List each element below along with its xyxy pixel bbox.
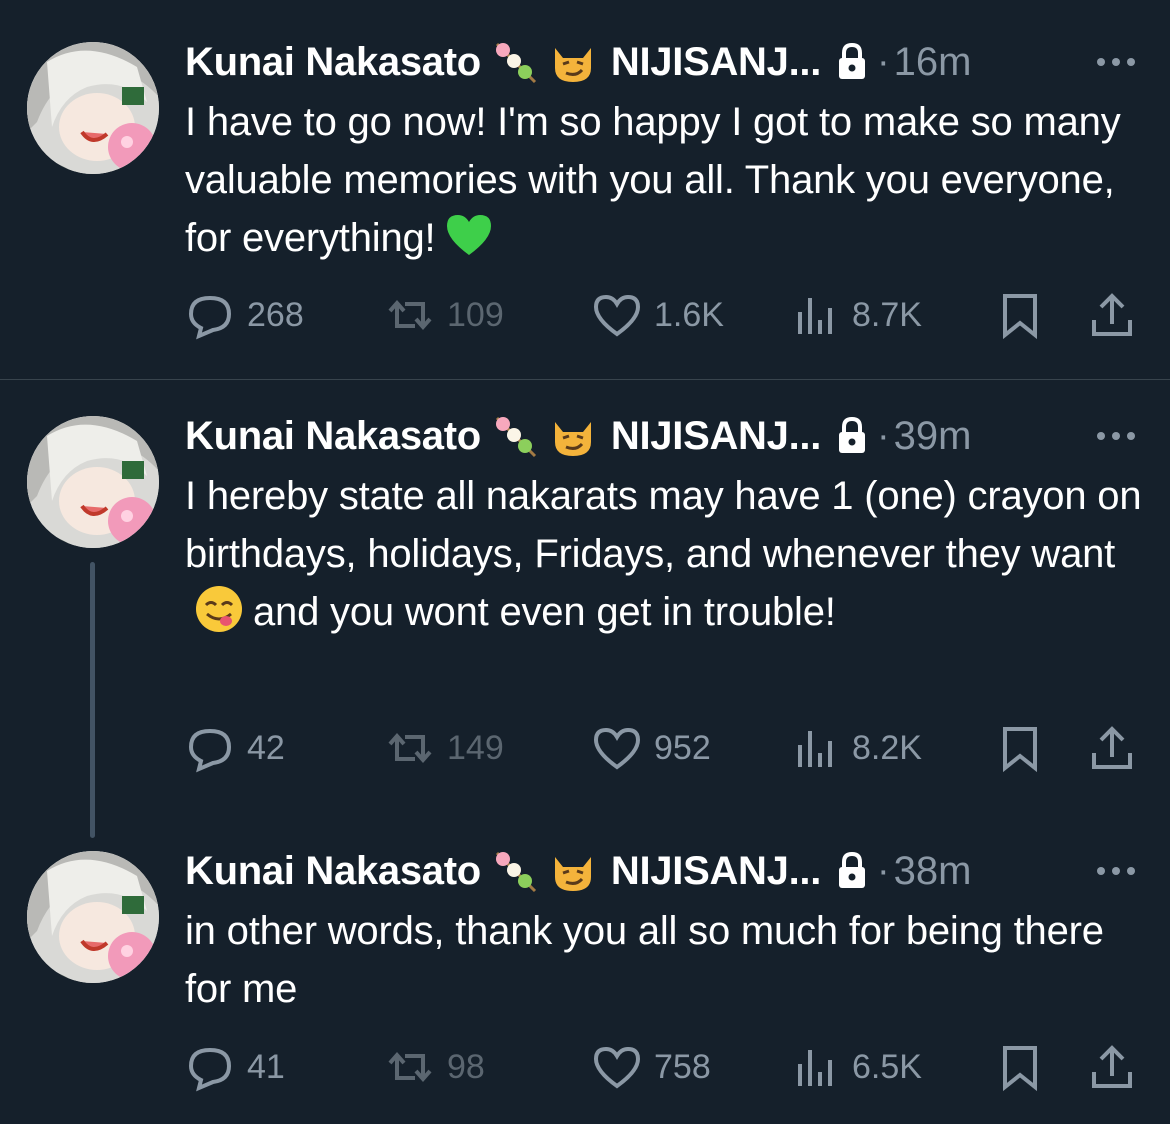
tweet-header: Kunai Nakasato NIJISANJ... · 39m: [185, 411, 971, 461]
views-icon: [798, 298, 832, 334]
lock-icon: [835, 42, 869, 82]
view-count: 8.7K: [852, 295, 922, 334]
more-options-icon[interactable]: [1094, 426, 1138, 446]
retweet-icon: [388, 1051, 432, 1083]
bookmark-icon: [1003, 727, 1037, 773]
tweet-text: I have to go now! I'm so happy I got to …: [185, 93, 1145, 267]
tweet-card[interactable]: Kunai Nakasato NIJISANJ... · 38m in othe…: [0, 815, 1170, 1124]
like-count: 952: [654, 728, 711, 767]
heart-icon: [593, 294, 641, 337]
timestamp[interactable]: 38m: [894, 849, 972, 894]
dango-emoji: [491, 38, 539, 86]
share-icon: [1092, 293, 1132, 336]
reply-count: 268: [247, 295, 304, 334]
more-options-icon[interactable]: [1094, 52, 1138, 72]
like-count: 1.6K: [654, 295, 724, 334]
tweet-text: in other words, thank you all so much fo…: [185, 902, 1145, 1018]
retweet-count: 109: [447, 295, 504, 334]
retweet-count: 98: [447, 1047, 485, 1086]
tweet-text-part: I have to go now! I'm so happy I got to …: [185, 100, 1121, 260]
author-name[interactable]: Kunai Nakasato: [185, 849, 481, 894]
affiliation-label: NIJISANJ...: [610, 848, 822, 893]
retweet-button[interactable]: 149: [385, 723, 504, 773]
avatar[interactable]: [27, 851, 159, 983]
tweet-card[interactable]: Kunai Nakasato NIJISANJ... · 39m I hereb…: [0, 380, 1170, 800]
reply-button[interactable]: 42: [185, 723, 285, 773]
dango-emoji: [491, 412, 539, 460]
bookmark-icon: [1003, 1046, 1037, 1092]
tweet-card[interactable]: Kunai Nakasato NIJISANJ... · 16m I have …: [0, 0, 1170, 379]
bookmark-icon: [1003, 294, 1037, 340]
share-icon: [1092, 726, 1132, 769]
like-button[interactable]: 1.6K: [592, 290, 724, 340]
separator-dot: ·: [877, 40, 890, 83]
timestamp[interactable]: 16m: [894, 40, 972, 85]
reply-icon: [188, 295, 232, 340]
tweet-actions: 268 109 1.6K 8.7K: [185, 290, 1145, 340]
timestamp[interactable]: 39m: [894, 414, 972, 459]
like-button[interactable]: 952: [592, 723, 711, 773]
bookmark-button[interactable]: [995, 290, 1045, 340]
dango-emoji: [491, 847, 539, 895]
reply-button[interactable]: 41: [185, 1042, 285, 1092]
reply-icon: [188, 728, 232, 773]
views-button[interactable]: 8.2K: [790, 723, 922, 773]
separator-dot: ·: [877, 849, 890, 892]
separator-dot: ·: [877, 414, 890, 457]
bookmark-button[interactable]: [995, 1042, 1045, 1092]
author-name[interactable]: Kunai Nakasato: [185, 40, 481, 85]
share-button[interactable]: [1087, 290, 1137, 340]
heart-icon: [593, 727, 641, 770]
tweet-text-part: in other words, thank you all so much fo…: [185, 909, 1104, 1011]
reply-icon: [188, 1047, 232, 1092]
tweet-text-part: I hereby state all nakarats may have 1 (…: [185, 474, 1142, 576]
avatar[interactable]: [27, 42, 159, 174]
views-button[interactable]: 6.5K: [790, 1042, 922, 1092]
smirking-cat-emoji: [549, 412, 597, 460]
views-button[interactable]: 8.7K: [790, 290, 922, 340]
lock-icon: [835, 851, 869, 891]
green-heart-emoji: [443, 209, 495, 261]
share-button[interactable]: [1087, 723, 1137, 773]
author-name[interactable]: Kunai Nakasato: [185, 414, 481, 459]
tweet-timeline: Kunai Nakasato NIJISANJ... · 16m I have …: [0, 0, 1170, 1124]
views-icon: [798, 731, 832, 767]
tweet-header: Kunai Nakasato NIJISANJ... · 16m: [185, 37, 971, 87]
yummy-face-emoji: [193, 583, 245, 635]
tweet-text: I hereby state all nakarats may have 1 (…: [185, 467, 1145, 641]
smirking-cat-emoji: [549, 38, 597, 86]
bookmark-button[interactable]: [995, 723, 1045, 773]
tweet-actions: 41 98 758 6.5K: [185, 1042, 1145, 1092]
retweet-button[interactable]: 109: [385, 290, 504, 340]
views-icon: [798, 1050, 832, 1086]
affiliation-label: NIJISANJ...: [610, 39, 822, 84]
lock-icon: [835, 416, 869, 456]
reply-button[interactable]: 268: [185, 290, 304, 340]
share-button[interactable]: [1087, 1042, 1137, 1092]
view-count: 8.2K: [852, 728, 922, 767]
tweet-actions: 42 149 952 8.2K: [185, 723, 1145, 773]
share-icon: [1092, 1045, 1132, 1088]
more-options-icon[interactable]: [1094, 861, 1138, 881]
reply-count: 42: [247, 728, 285, 767]
view-count: 6.5K: [852, 1047, 922, 1086]
like-button[interactable]: 758: [592, 1042, 711, 1092]
retweet-button[interactable]: 98: [385, 1042, 485, 1092]
like-count: 758: [654, 1047, 711, 1086]
retweet-count: 149: [447, 728, 504, 767]
tweet-text-part: and you wont even get in trouble!: [253, 590, 836, 634]
reply-count: 41: [247, 1047, 285, 1086]
thread-connector-line: [90, 562, 95, 838]
heart-icon: [593, 1046, 641, 1089]
retweet-icon: [388, 299, 432, 331]
tweet-header: Kunai Nakasato NIJISANJ... · 38m: [185, 846, 971, 896]
affiliation-label: NIJISANJ...: [610, 413, 822, 458]
retweet-icon: [388, 732, 432, 764]
smirking-cat-emoji: [549, 847, 597, 895]
avatar[interactable]: [27, 416, 159, 548]
